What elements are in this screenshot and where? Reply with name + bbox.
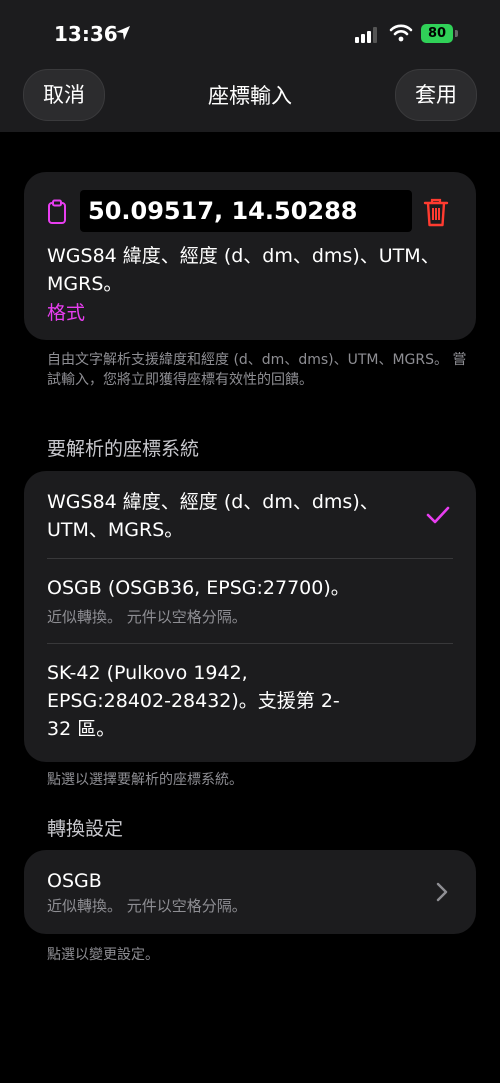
chevron-right-icon: [436, 882, 448, 902]
system-label: OSGB (OSGB36, EPSG:27700)。: [47, 577, 350, 599]
system-label: SK-42 (Pulkovo 1942, EPSG:28402-28432)。支…: [47, 662, 340, 740]
wifi-icon: [389, 24, 413, 42]
format-link[interactable]: 格式: [47, 298, 85, 325]
checkmark-icon: [426, 506, 450, 524]
top-bar: 13:36 80 取消 座標輸入 套用: [0, 0, 500, 132]
clipboard-icon[interactable]: [47, 199, 67, 225]
coordinate-input-card: 50.09517, 14.50288 WGS84 緯度、經度 (d、dm、dms…: [24, 172, 476, 340]
battery-tip: [455, 30, 458, 37]
systems-section-header: 要解析的座標系統: [47, 438, 200, 460]
systems-footer-text: 點選以選擇要解析的座標系統。: [47, 772, 243, 788]
conversion-label: OSGB: [47, 870, 102, 892]
conversion-section-header: 轉換設定: [47, 818, 124, 840]
input-help-text: 自由文字解析支援緯度和經度 (d、dm、dms)、UTM、MGRS。 嘗試輸入，…: [47, 352, 467, 388]
cellular-signal-icon: [355, 27, 379, 43]
trash-icon[interactable]: [422, 196, 450, 228]
system-row-wgs84[interactable]: WGS84 緯度、經度 (d、dm、dms)、UTM、MGRS。: [47, 488, 427, 544]
system-row-sk42[interactable]: SK-42 (Pulkovo 1942, EPSG:28402-28432)。支…: [47, 659, 427, 743]
conversion-footer-text: 點選以變更設定。: [47, 947, 159, 963]
battery-icon: 80: [421, 24, 453, 43]
location-arrow-icon: [116, 26, 130, 40]
input-format-description: WGS84 緯度、經度 (d、dm、dms)、UTM、MGRS。: [47, 245, 440, 295]
conversion-settings-row[interactable]: OSGB 近似轉換。 元件以空格分隔。: [24, 850, 476, 934]
system-row-osgb[interactable]: OSGB (OSGB36, EPSG:27700)。 近似轉換。 元件以空格分隔…: [47, 574, 427, 628]
conversion-item: OSGB 近似轉換。 元件以空格分隔。: [47, 867, 427, 917]
coordinate-systems-list: WGS84 緯度、經度 (d、dm、dms)、UTM、MGRS。 OSGB (O…: [24, 471, 476, 762]
system-sublabel: 近似轉換。 元件以空格分隔。: [47, 608, 247, 626]
conversion-sublabel: 近似轉換。 元件以空格分隔。: [47, 897, 247, 915]
system-label: WGS84 緯度、經度 (d、dm、dms)、UTM、MGRS。: [47, 491, 379, 541]
divider: [47, 643, 453, 644]
divider: [47, 558, 453, 559]
apply-button[interactable]: 套用: [395, 69, 477, 121]
status-time: 13:36: [54, 22, 118, 46]
coordinate-input[interactable]: 50.09517, 14.50288: [80, 190, 412, 232]
